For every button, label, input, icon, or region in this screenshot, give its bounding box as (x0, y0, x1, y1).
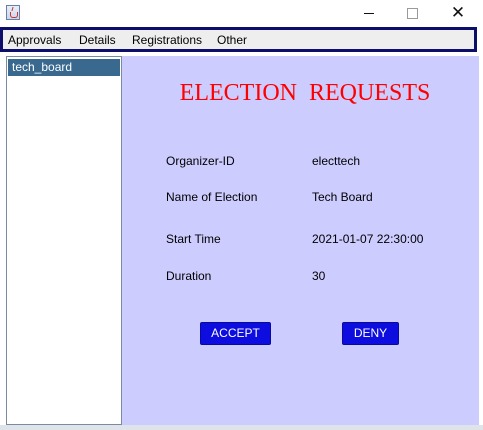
election-name-label: Name of Election (166, 190, 258, 204)
app-window: ✕ Approvals Details Registrations Other … (0, 0, 483, 430)
window-bottom-edge (0, 425, 483, 430)
list-item-tech-board[interactable]: tech_board (8, 59, 120, 76)
start-time-label: Start Time (166, 232, 221, 246)
close-icon: ✕ (450, 3, 466, 23)
maximize-button[interactable] (389, 0, 435, 27)
minimize-icon (364, 13, 374, 14)
request-details-panel: ELECTION REQUESTS Organizer-ID electtech… (122, 56, 479, 425)
maximize-icon (406, 8, 418, 19)
organizer-id-value: electtech (312, 154, 361, 168)
request-list[interactable]: tech_board (6, 56, 122, 425)
organizer-id-label: Organizer-ID (166, 154, 235, 168)
deny-button[interactable]: DENY (342, 322, 399, 345)
menu-approvals[interactable]: Approvals (8, 33, 61, 48)
menu-details[interactable]: Details (79, 33, 116, 48)
menu-other[interactable]: Other (217, 33, 247, 48)
accept-button[interactable]: ACCEPT (200, 322, 271, 345)
menu-bar: Approvals Details Registrations Other (0, 27, 477, 52)
java-cup-icon (6, 5, 20, 20)
duration-value: 30 (312, 269, 326, 283)
close-button[interactable]: ✕ (435, 0, 481, 27)
page-title: ELECTION REQUESTS (179, 80, 431, 106)
start-time-value: 2021-01-07 22:30:00 (312, 232, 424, 246)
duration-label: Duration (166, 269, 212, 283)
election-name-value: Tech Board (312, 190, 373, 204)
menu-registrations[interactable]: Registrations (132, 33, 202, 48)
minimize-button[interactable] (346, 0, 392, 27)
title-bar[interactable]: ✕ (0, 0, 483, 27)
